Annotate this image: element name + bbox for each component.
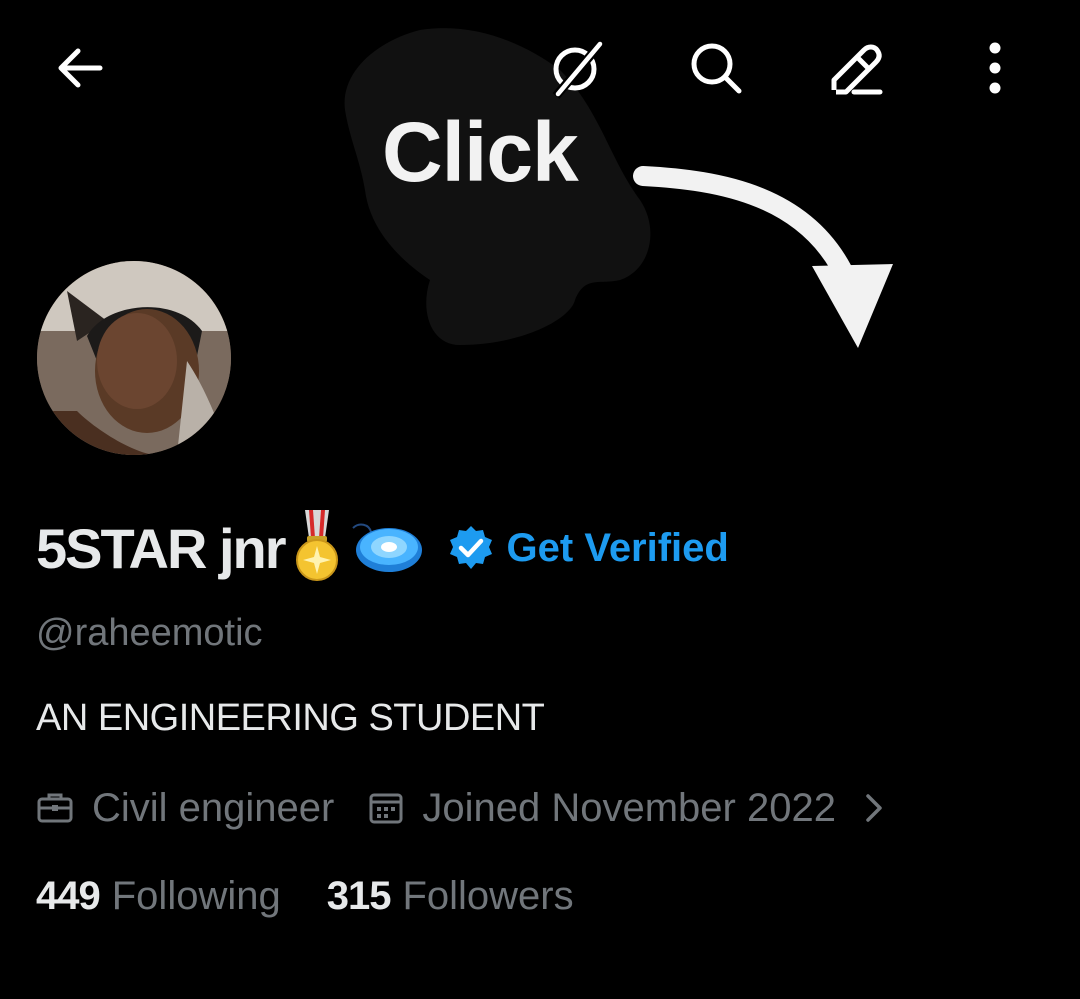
ghost-hand-shape	[344, 28, 651, 346]
get-verified-label: Get Verified	[506, 525, 729, 570]
briefcase-icon	[37, 793, 73, 823]
edit-button[interactable]	[816, 28, 896, 108]
grok-icon	[552, 39, 606, 99]
verified-badge-icon	[449, 526, 492, 569]
followers-label: Followers	[402, 873, 574, 918]
following-link[interactable]: 449 Following	[36, 874, 281, 919]
curved-arrow-icon	[633, 166, 893, 348]
profile-bio: AN ENGINEERING STUDENT	[36, 697, 545, 739]
following-label: Following	[111, 873, 281, 918]
profession-text: Civil engineer	[92, 785, 335, 830]
calendar-icon	[369, 793, 403, 824]
follow-counts-row: 449 Following 315 Followers	[36, 868, 574, 924]
more-options-button[interactable]	[955, 28, 1035, 108]
display-name: 5STAR jnr	[36, 516, 287, 580]
grok-button[interactable]	[536, 28, 616, 108]
profile-avatar[interactable]	[34, 258, 234, 458]
followers-link[interactable]: 315 Followers	[327, 874, 574, 919]
avatar-photo	[37, 261, 231, 455]
user-handle: @raheemotic	[36, 612, 263, 654]
following-count: 449	[36, 873, 101, 918]
get-verified-button[interactable]: Get Verified	[447, 524, 729, 572]
profession-item: Civil engineer	[36, 786, 334, 831]
pencil-icon	[831, 44, 883, 95]
search-icon	[691, 43, 742, 94]
chevron-right-icon[interactable]	[862, 790, 886, 826]
arrow-left-icon	[58, 48, 103, 88]
military-medal-icon	[289, 509, 345, 587]
profile-meta-row: Civil engineer Joined November 2022	[36, 780, 886, 836]
search-button[interactable]	[676, 28, 756, 108]
followers-count: 315	[326, 873, 392, 918]
back-button[interactable]	[40, 28, 120, 108]
profile-name-row: 5STAR jnr Get Verified	[36, 508, 729, 588]
joined-text: Joined November 2022	[422, 785, 836, 830]
joined-item: Joined November 2022	[368, 786, 836, 831]
click-annotation-text: Click	[382, 105, 579, 199]
more-vertical-icon	[989, 42, 1001, 94]
disc-emoji-icon	[349, 518, 425, 579]
tutorial-overlay: Click	[0, 0, 1080, 999]
